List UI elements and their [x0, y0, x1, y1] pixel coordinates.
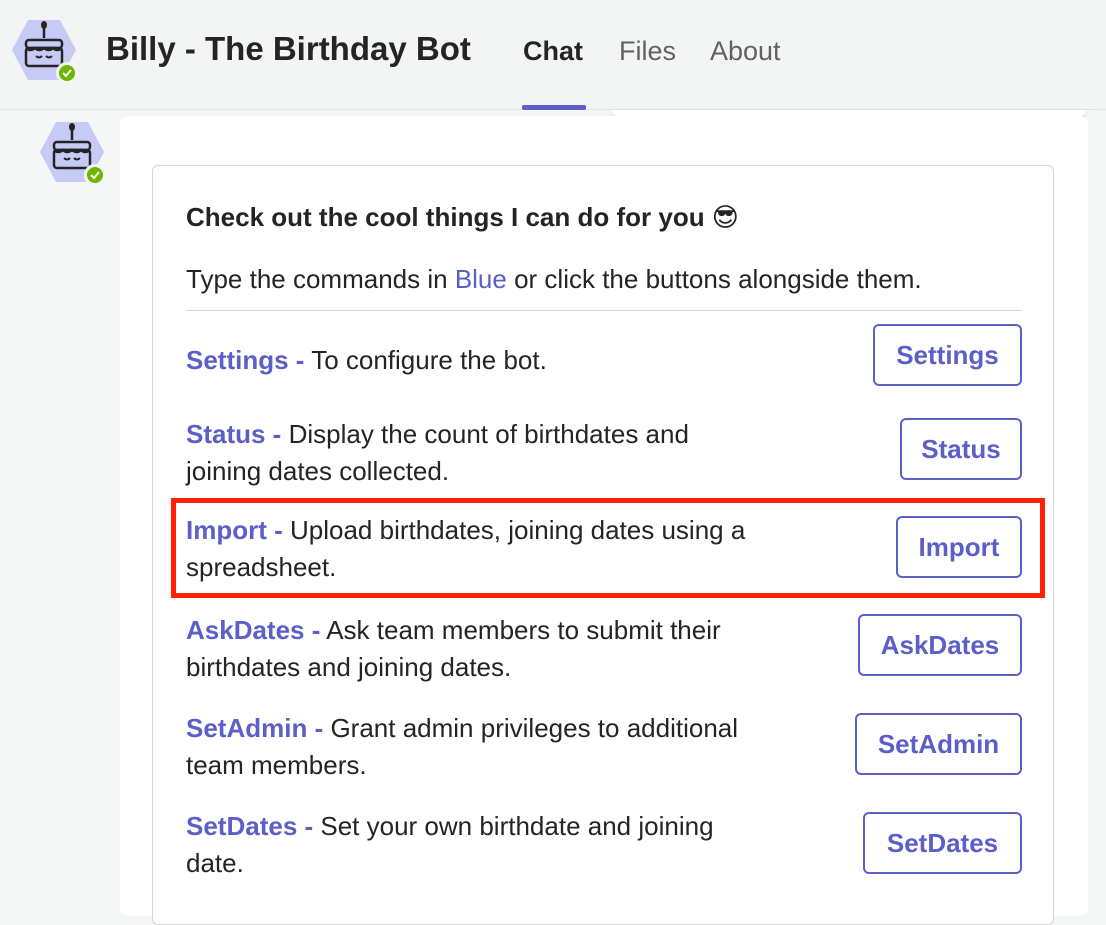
- command-row-setdates: SetDates - Set your own birthdate and jo…: [186, 808, 1022, 888]
- command-row-import: Import - Upload birthdates, joining date…: [186, 512, 1022, 592]
- command-description: AskDates - Ask team members to submit th…: [186, 612, 746, 686]
- subtitle-blue-word: Blue: [454, 264, 507, 294]
- command-row-status: Status - Display the count of birthdates…: [186, 416, 1022, 496]
- command-row-askdates: AskDates - Ask team members to submit th…: [186, 612, 1022, 692]
- tab-chat[interactable]: Chat: [523, 36, 583, 67]
- askdates-button[interactable]: AskDates: [858, 614, 1022, 676]
- adaptive-card: Check out the cool things I can do for y…: [152, 165, 1054, 925]
- subtitle-text: Type the commands in: [186, 264, 455, 294]
- command-name: SetAdmin -: [186, 713, 324, 743]
- command-description: SetDates - Set your own birthdate and jo…: [186, 808, 746, 882]
- app-header: Billy - The Birthday Bot Chat Files Abou…: [0, 0, 1106, 110]
- card-subtitle: Type the commands in Blue or click the b…: [186, 264, 922, 295]
- status-button[interactable]: Status: [900, 418, 1022, 480]
- settings-button[interactable]: Settings: [873, 324, 1022, 386]
- command-name: AskDates -: [186, 615, 321, 645]
- tab-about[interactable]: About: [710, 36, 781, 67]
- setadmin-button[interactable]: SetAdmin: [855, 713, 1022, 775]
- import-button[interactable]: Import: [896, 516, 1022, 578]
- command-description: Status - Display the count of birthdates…: [186, 416, 746, 490]
- command-name: Status -: [186, 419, 282, 449]
- command-row-settings: Settings - To configure the bot. Setting…: [186, 324, 1022, 406]
- command-description: SetAdmin - Grant admin privileges to add…: [186, 710, 746, 784]
- app-title: Billy - The Birthday Bot: [106, 30, 471, 67]
- command-description: Settings - To configure the bot.: [186, 342, 746, 379]
- active-tab-indicator: [522, 105, 586, 110]
- bot-avatar[interactable]: [12, 18, 78, 84]
- available-check-icon: [84, 164, 106, 186]
- command-row-setadmin: SetAdmin - Grant admin privileges to add…: [186, 710, 1022, 790]
- subtitle-text-end: or click the buttons alongside them.: [506, 264, 922, 294]
- card-divider: [186, 310, 1022, 311]
- tab-files[interactable]: Files: [619, 36, 676, 67]
- available-check-icon: [56, 62, 78, 84]
- message-avatar[interactable]: [40, 120, 106, 186]
- command-name: Import -: [186, 515, 283, 545]
- command-detail: To configure the bot.: [304, 345, 547, 375]
- command-description: Import - Upload birthdates, joining date…: [186, 512, 746, 586]
- message-bubble: Check out the cool things I can do for y…: [120, 116, 1088, 925]
- card-title: Check out the cool things I can do for y…: [186, 202, 739, 232]
- setdates-button[interactable]: SetDates: [863, 812, 1022, 874]
- command-name: Settings -: [186, 345, 305, 375]
- command-name: SetDates -: [186, 811, 314, 841]
